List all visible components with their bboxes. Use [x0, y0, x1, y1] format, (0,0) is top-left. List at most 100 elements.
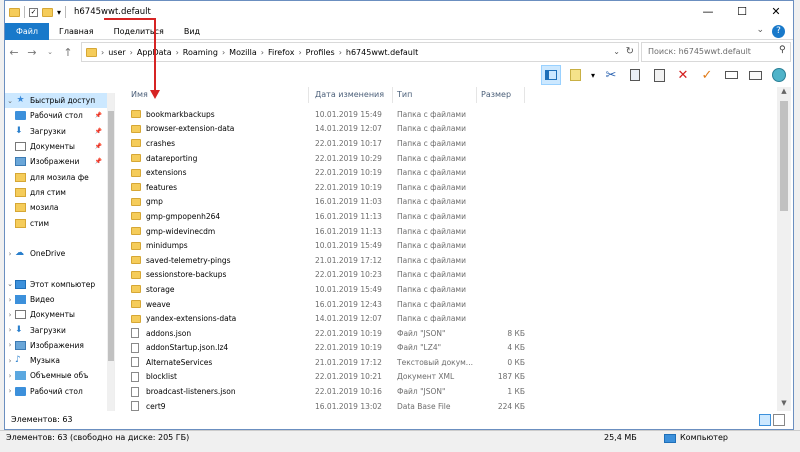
- scroll-down-icon[interactable]: ▼: [777, 399, 791, 411]
- nav-item[interactable]: Рабочий стол 📌: [5, 108, 114, 123]
- breadcrumb-item[interactable]: Profiles: [306, 48, 335, 57]
- file-row[interactable]: gmp-gmpopenh264 16.01.2019 11:13 Папка с ф…: [121, 209, 781, 224]
- file-row[interactable]: blocklist 22.01.2019 10:21 Документ XML 187…: [121, 370, 781, 385]
- chevron-right-icon[interactable]: ›: [5, 357, 15, 365]
- preview-pane-icon[interactable]: [541, 65, 561, 85]
- vertical-scrollbar[interactable]: ▲ ▼: [777, 87, 791, 411]
- breadcrumb-item[interactable]: h6745wwt.default: [346, 48, 418, 57]
- breadcrumb-item[interactable]: user: [108, 48, 125, 57]
- forward-button[interactable]: →: [23, 46, 41, 59]
- chevron-right-icon[interactable]: ›: [298, 48, 301, 57]
- nav-item[interactable]: › ⬇ Загрузки: [5, 322, 114, 337]
- cut-icon[interactable]: ✂: [601, 65, 621, 85]
- mail-icon[interactable]: [745, 65, 765, 85]
- column-date[interactable]: Дата изменения: [309, 87, 393, 103]
- nav-item[interactable]: ⌄ Этот компьютер: [5, 277, 114, 292]
- search-input[interactable]: Поиск: h6745wwt.default: [641, 42, 791, 62]
- file-row[interactable]: broadcast-listeners.json 22.01.2019 10:16…: [121, 384, 781, 399]
- file-row[interactable]: crashes 22.01.2019 10:17 Папка с файлами: [121, 136, 781, 151]
- globe-icon[interactable]: [769, 65, 789, 85]
- file-row[interactable]: minidumps 10.01.2019 15:49 Папка с файлами: [121, 238, 781, 253]
- nav-item[interactable]: Документы 📌: [5, 139, 114, 154]
- chevron-right-icon[interactable]: ›: [339, 48, 342, 57]
- close-button[interactable]: ✕: [759, 1, 793, 23]
- refresh-icon[interactable]: ↻: [626, 46, 634, 57]
- chevron-right-icon[interactable]: ›: [5, 372, 15, 380]
- minimize-button[interactable]: —: [691, 1, 725, 23]
- large-icons-view-icon[interactable]: [773, 414, 785, 426]
- check-icon[interactable]: ✓: [697, 65, 717, 85]
- recent-locations-button[interactable]: ⌄: [41, 48, 59, 56]
- nav-item[interactable]: ⌄ ★ Быстрый доступ: [5, 93, 114, 109]
- chevron-right-icon[interactable]: ›: [130, 48, 133, 57]
- nav-item[interactable]: стим: [5, 215, 114, 230]
- file-row[interactable]: weave 16.01.2019 12:43 Папка с файлами: [121, 297, 781, 312]
- chevron-down-icon[interactable]: ⌄: [613, 47, 620, 56]
- tab-home[interactable]: Главная: [49, 23, 104, 40]
- file-row[interactable]: browser-extension-data 14.01.2019 12:07 Па…: [121, 122, 781, 137]
- file-row[interactable]: datareporting 22.01.2019 10:29 Папка с фай…: [121, 151, 781, 166]
- file-row[interactable]: extensions 22.01.2019 10:19 Папка с файлам…: [121, 165, 781, 180]
- tab-view[interactable]: Вид: [174, 23, 210, 40]
- back-button[interactable]: ←: [5, 46, 23, 59]
- nav-item[interactable]: › Рабочий стол: [5, 384, 114, 399]
- file-row[interactable]: features 22.01.2019 10:19 Папка с файлами: [121, 180, 781, 195]
- chevron-right-icon[interactable]: ›: [5, 341, 15, 349]
- column-name[interactable]: Имя: [121, 87, 309, 103]
- file-row[interactable]: addons.json 22.01.2019 10:19 Файл "JSON" 8 …: [121, 326, 781, 341]
- maximize-button[interactable]: ☐: [725, 1, 759, 23]
- file-row[interactable]: bookmarkbackups 10.01.2019 15:49 Папка с ф…: [121, 107, 781, 122]
- scroll-up-icon[interactable]: ▲: [777, 87, 791, 99]
- expand-ribbon-icon[interactable]: ⌄: [756, 25, 764, 38]
- nav-item[interactable]: › Изображения: [5, 338, 114, 353]
- breadcrumb-item[interactable]: AppData: [137, 48, 172, 57]
- breadcrumb-item[interactable]: Firefox: [268, 48, 294, 57]
- new-item-icon[interactable]: [565, 65, 585, 85]
- chevron-right-icon[interactable]: ›: [5, 387, 15, 395]
- nav-scrollbar[interactable]: [107, 93, 114, 411]
- chevron-right-icon[interactable]: ›: [261, 48, 264, 57]
- file-row[interactable]: addonStartup.json.lz4 22.01.2019 10:19 Фай…: [121, 341, 781, 356]
- rename-icon[interactable]: [721, 65, 741, 85]
- file-row[interactable]: gmp-widevinecdm 16.01.2019 11:13 Папка с ф…: [121, 224, 781, 239]
- nav-item[interactable]: › Объемные объ: [5, 368, 114, 383]
- scroll-thumb[interactable]: [108, 111, 114, 361]
- breadcrumb-item[interactable]: Roaming: [183, 48, 218, 57]
- details-view-icon[interactable]: [759, 414, 771, 426]
- tab-share[interactable]: Поделиться: [104, 23, 174, 40]
- nav-item[interactable]: для мозила фе: [5, 169, 114, 184]
- file-row[interactable]: storage 10.01.2019 15:49 Папка с файлами: [121, 282, 781, 297]
- file-row[interactable]: sessionstore-backups 22.01.2019 10:23 Папк…: [121, 268, 781, 283]
- chevron-down-icon[interactable]: ▾: [57, 8, 61, 17]
- chevron-right-icon[interactable]: ›: [101, 48, 104, 57]
- address-bar[interactable]: › user › AppData › Roaming › Mozilla › F…: [81, 42, 639, 62]
- file-row[interactable]: AlternateServices 21.01.2019 17:12 Текстов…: [121, 355, 781, 370]
- chevron-down-icon[interactable]: ▾: [589, 65, 597, 85]
- file-row[interactable]: gmp 16.01.2019 11:03 Папка с файлами: [121, 195, 781, 210]
- column-size[interactable]: Размер: [477, 87, 525, 103]
- nav-item[interactable]: › Документы: [5, 307, 114, 322]
- up-button[interactable]: ↑: [59, 46, 77, 59]
- column-type[interactable]: Тип: [393, 87, 477, 103]
- file-row[interactable]: saved-telemetry-pings 21.01.2019 17:12 Пап…: [121, 253, 781, 268]
- chevron-right-icon[interactable]: ›: [5, 311, 15, 319]
- chevron-right-icon[interactable]: ›: [222, 48, 225, 57]
- nav-item[interactable]: › Видео: [5, 292, 114, 307]
- file-row[interactable]: yandex-extensions-data 14.01.2019 12:07 Па…: [121, 311, 781, 326]
- properties-icon[interactable]: ✓: [29, 7, 38, 17]
- paste-icon[interactable]: [649, 65, 669, 85]
- copy-icon[interactable]: [625, 65, 645, 85]
- delete-icon[interactable]: ✕: [673, 65, 693, 85]
- new-folder-icon[interactable]: [42, 7, 53, 17]
- chevron-right-icon[interactable]: ›: [5, 296, 15, 304]
- chevron-right-icon[interactable]: ›: [5, 326, 15, 334]
- nav-item[interactable]: Изображени 📌: [5, 154, 114, 169]
- chevron-right-icon[interactable]: ›: [176, 48, 179, 57]
- chevron-down-icon[interactable]: ⌄: [5, 280, 15, 288]
- breadcrumb-item[interactable]: Mozilla: [229, 48, 257, 57]
- help-icon[interactable]: ?: [772, 25, 785, 38]
- nav-item[interactable]: › ♪ Музыка: [5, 353, 114, 368]
- nav-item[interactable]: для стим: [5, 185, 114, 200]
- nav-item[interactable]: › ☁ OneDrive: [5, 246, 114, 261]
- tab-file[interactable]: Файл: [5, 22, 49, 40]
